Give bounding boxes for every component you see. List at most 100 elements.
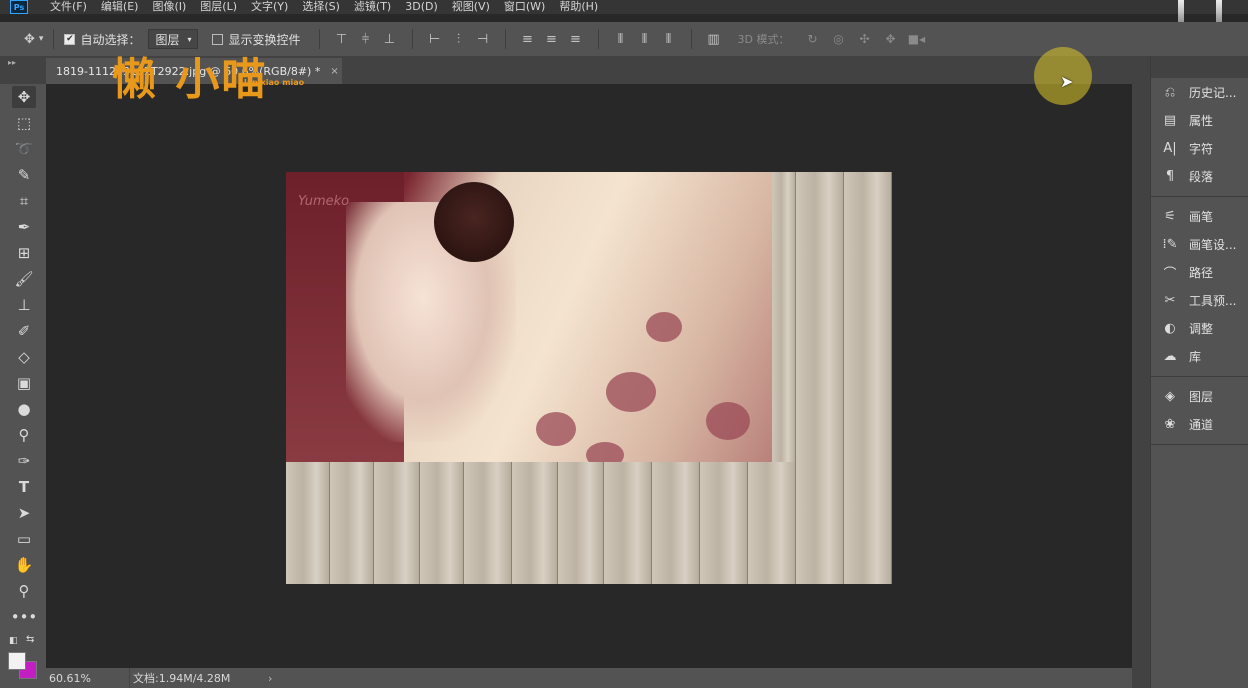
align-hcenter-icon[interactable]: ⫶ xyxy=(447,32,471,47)
move-tool-icon[interactable]: ✥ xyxy=(12,86,36,108)
panel-paths[interactable]: ⌒ 路径 xyxy=(1159,260,1247,284)
chevron-down-icon[interactable]: ▾ xyxy=(39,34,44,44)
more-tools-icon[interactable]: ••• xyxy=(11,606,38,628)
clone-stamp-tool-icon[interactable]: ⊥ xyxy=(12,294,36,316)
close-icon[interactable]: × xyxy=(330,66,338,77)
3d-scale-icon[interactable]: ■◂ xyxy=(903,32,929,46)
eraser-tool-icon[interactable]: ◇ xyxy=(12,346,36,368)
auto-select-target-dropdown[interactable]: 图层 ▾ xyxy=(148,29,199,49)
type-tool-icon[interactable]: T xyxy=(12,476,36,498)
menu-type[interactable]: 文字(Y) xyxy=(251,1,288,13)
blur-tool-icon[interactable]: ● xyxy=(12,398,36,420)
wood-plank xyxy=(652,462,700,584)
document-canvas[interactable]: Yumeko xyxy=(286,172,892,584)
menu-select[interactable]: 选择(S) xyxy=(302,1,340,13)
panel-paragraph[interactable]: ¶ 段落 xyxy=(1159,164,1247,188)
photo-shadow xyxy=(646,312,682,342)
quick-select-tool-icon[interactable]: ✎ xyxy=(12,164,36,186)
3d-orbit-icon[interactable]: ↻ xyxy=(799,32,825,46)
distribute-bottom-icon[interactable]: ≡ xyxy=(564,32,588,47)
history-brush-tool-icon[interactable]: ✐ xyxy=(12,320,36,342)
photo-layer[interactable]: Yumeko xyxy=(286,172,772,462)
hand-tool-icon[interactable]: ✋ xyxy=(12,554,36,576)
wood-plank xyxy=(796,172,844,584)
status-menu-arrow-icon[interactable]: › xyxy=(268,672,272,685)
auto-align-icon[interactable]: ▥ xyxy=(702,32,726,47)
align-left-icon[interactable]: ⊢ xyxy=(423,32,447,47)
align-vcenter-icon[interactable]: ⫩ xyxy=(354,32,378,47)
menu-filter[interactable]: 滤镜(T) xyxy=(354,1,391,13)
vertical-scrollbar[interactable] xyxy=(1132,84,1150,688)
crop-tool-icon[interactable]: ⌗ xyxy=(12,190,36,212)
distribute-right-icon[interactable]: ⦀ xyxy=(657,32,681,47)
distribute-hcenter-icon[interactable]: ⦀ xyxy=(633,32,657,47)
wood-plank xyxy=(844,172,892,584)
distribute-left-icon[interactable]: ⦀ xyxy=(609,32,633,47)
menu-help[interactable]: 帮助(H) xyxy=(559,1,598,13)
zoom-level[interactable]: 60.61% xyxy=(46,668,130,688)
panel-label: 历史记... xyxy=(1189,85,1237,100)
panel-brush[interactable]: ⚟ 画笔 xyxy=(1159,204,1247,228)
panel-character[interactable]: A| 字符 xyxy=(1159,136,1247,160)
photo-shadow xyxy=(586,442,624,462)
auto-select-checkbox[interactable]: ✔ xyxy=(64,33,76,45)
panel-history[interactable]: ⎌ 历史记... xyxy=(1159,80,1247,104)
rectangle-tool-icon[interactable]: ▭ xyxy=(12,528,36,550)
default-colors-icon[interactable]: ◧ xyxy=(9,636,18,646)
wood-plank xyxy=(512,462,558,584)
gradient-tool-icon[interactable]: ▣ xyxy=(12,372,36,394)
move-tool-icon[interactable]: ✥ xyxy=(24,32,35,47)
align-top-icon[interactable]: ⊤ xyxy=(330,32,354,47)
history-icon: ⎌ xyxy=(1164,84,1176,100)
brush-tool-icon[interactable]: 🖌 xyxy=(12,268,36,290)
eyedropper-tool-icon[interactable]: ✒ xyxy=(12,216,36,238)
menu-window[interactable]: 窗口(W) xyxy=(504,1,545,13)
panel-adjustments[interactable]: ◐ 调整 xyxy=(1159,316,1247,340)
align-right-icon[interactable]: ⊣ xyxy=(471,32,495,47)
menu-file[interactable]: 文件(F) xyxy=(50,1,87,13)
panel-channels[interactable]: ❀ 通道 xyxy=(1159,412,1247,436)
panel-label: 画笔 xyxy=(1189,209,1214,224)
lasso-tool-icon[interactable]: ➰ xyxy=(12,138,36,160)
right-panel-dock: ⎌ 历史记... ▤ 属性 A| 字符 ¶ 段落 ⚟ 画笔 ⁞✎ 画笔设... … xyxy=(1150,56,1248,688)
divider xyxy=(411,29,413,49)
canvas-area[interactable]: Yumeko xyxy=(46,84,1132,668)
dodge-tool-icon[interactable]: ⚲ xyxy=(12,424,36,446)
marquee-tool-icon[interactable]: ⬚ xyxy=(12,112,36,134)
show-transform-checkbox[interactable] xyxy=(212,33,224,45)
menu-view[interactable]: 视图(V) xyxy=(452,1,490,13)
divider xyxy=(690,29,692,49)
panel-brush-settings[interactable]: ⁞✎ 画笔设... xyxy=(1159,232,1247,256)
brush-icon: ⚟ xyxy=(1164,208,1176,224)
collapse-toolbar-icon[interactable]: ▸▸ xyxy=(8,58,16,67)
swap-colors-icon[interactable]: ⇆ xyxy=(26,634,34,645)
photo-shadow xyxy=(606,372,656,412)
path-select-tool-icon[interactable]: ➤ xyxy=(12,502,36,524)
paths-icon: ⌒ xyxy=(1163,266,1177,282)
panel-properties[interactable]: ▤ 属性 xyxy=(1159,108,1247,132)
channels-icon: ❀ xyxy=(1164,416,1176,432)
dock-header xyxy=(1151,56,1248,78)
foreground-color-swatch[interactable] xyxy=(8,652,26,670)
panel-tool-presets[interactable]: ✂ 工具预... xyxy=(1159,288,1247,312)
menu-image[interactable]: 图像(I) xyxy=(152,1,186,13)
distribute-top-icon[interactable]: ≡ xyxy=(516,32,540,47)
align-bottom-icon[interactable]: ⊥ xyxy=(378,32,402,47)
3d-pan-icon[interactable]: ✣ xyxy=(851,32,877,46)
3d-slide-icon[interactable]: ✥ xyxy=(877,32,903,46)
tools-panel: ✥ ⬚ ➰ ✎ ⌗ ✒ ⊞ 🖌 ⊥ ✐ ◇ ▣ ● ⚲ ✑ T ➤ ▭ ✋ ⚲ … xyxy=(0,84,46,688)
channel-logo-subtext: lan xiao miao xyxy=(244,78,305,87)
panel-label: 路径 xyxy=(1189,265,1214,280)
3d-roll-icon[interactable]: ◎ xyxy=(825,32,851,46)
panel-layers[interactable]: ◈ 图层 xyxy=(1159,384,1247,408)
adjustments-icon: ◐ xyxy=(1164,320,1176,336)
dropdown-value: 图层 xyxy=(155,32,180,47)
pen-tool-icon[interactable]: ✑ xyxy=(12,450,36,472)
menu-edit[interactable]: 编辑(E) xyxy=(101,1,139,13)
menu-layer[interactable]: 图层(L) xyxy=(200,1,237,13)
panel-libraries[interactable]: ☁ 库 xyxy=(1159,344,1247,368)
distribute-vcenter-icon[interactable]: ≡ xyxy=(540,32,564,47)
healing-brush-tool-icon[interactable]: ⊞ xyxy=(12,242,36,264)
menu-3d[interactable]: 3D(D) xyxy=(405,1,438,13)
zoom-tool-icon[interactable]: ⚲ xyxy=(12,580,36,602)
